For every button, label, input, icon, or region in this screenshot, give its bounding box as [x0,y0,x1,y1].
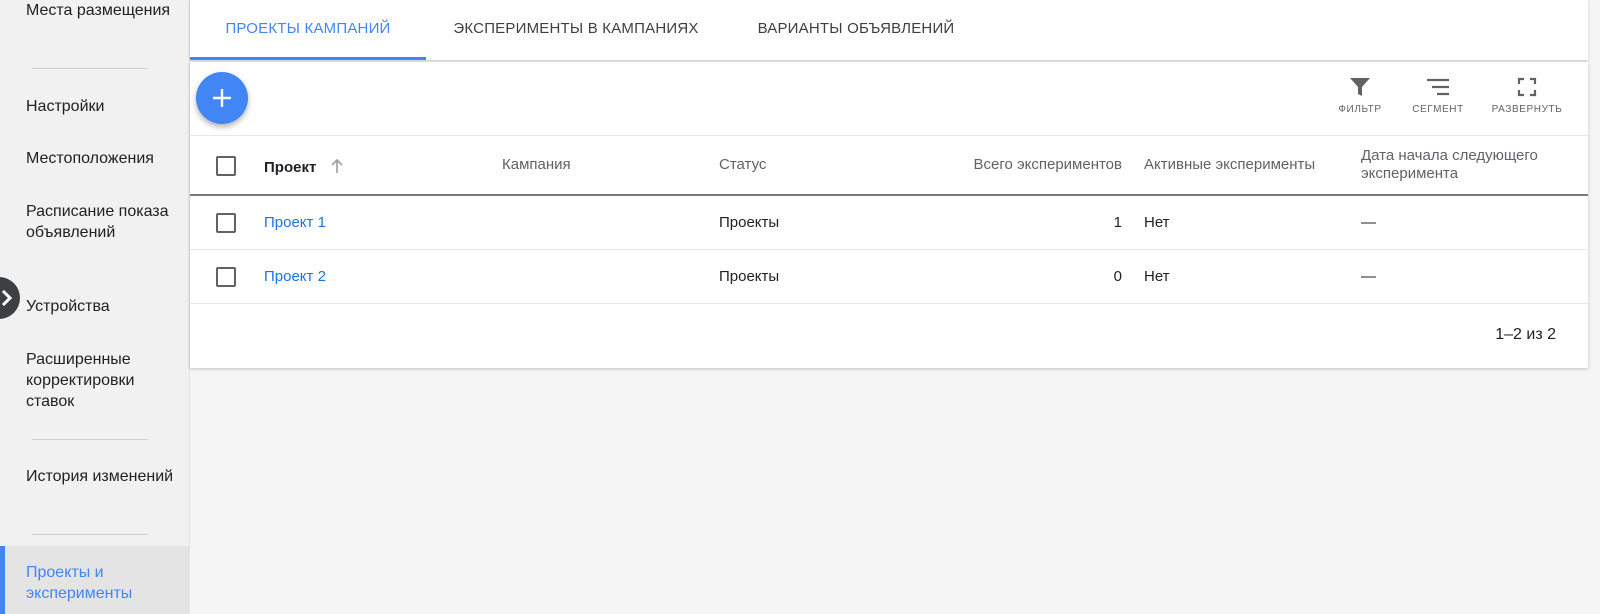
pagination-info: 1–2 из 2 [1495,326,1556,343]
total-experiments-cell: 1 [1113,214,1122,231]
filter-button[interactable]: ФИЛЬТР [1315,76,1405,115]
sidebar-item-label: Проекты и эксперименты [26,564,133,602]
table-row: Проект 1 Проекты 1 Нет — [190,196,1588,250]
tab-campaign-experiments[interactable]: ЭКСПЕРИМЕНТЫ В КАМПАНИЯХ [426,0,726,60]
sidebar-divider [32,534,148,535]
plus-icon [213,89,231,107]
row-checkbox[interactable] [216,267,236,287]
column-header-next-start-date[interactable]: Дата начала следующего эксперимента [1361,147,1561,183]
active-experiments-cell: Нет [1144,268,1170,285]
next-start-date-cell: — [1361,268,1376,285]
table-header: Проект Кампания Статус Всего эксперимент… [190,136,1588,196]
filter-icon [1350,78,1370,96]
total-experiments-cell: 0 [1113,268,1122,285]
select-all-checkbox[interactable] [216,156,236,176]
sidebar-divider [32,439,148,440]
sort-arrow-up-icon [331,158,344,173]
sidebar-toggle-button[interactable] [0,277,20,319]
expand-label: РАЗВЕРНУТЬ [1491,104,1563,115]
next-start-date-cell: — [1361,214,1376,231]
status-cell: Проекты [719,214,780,231]
expand-button[interactable]: РАЗВЕРНУТЬ [1482,76,1572,115]
tab-ad-variations[interactable]: ВАРИАНТЫ ОБЪЯВЛЕНИЙ [726,0,986,60]
column-header-project[interactable]: Проект [264,158,344,177]
tab-campaign-drafts[interactable]: ПРОЕКТЫ КАМПАНИЙ [190,0,426,60]
column-header-status[interactable]: Статус [719,156,766,174]
active-experiments-cell: Нет [1144,214,1170,231]
sidebar-item-locations[interactable]: Местоположения [26,148,186,169]
sidebar-item-settings[interactable]: Настройки [26,96,186,117]
sidebar-item-ad-schedule[interactable]: Расписание показа объявлений [26,201,186,243]
segment-icon [1427,78,1449,96]
status-cell: Проекты [719,268,780,285]
tab-bar: ПРОЕКТЫ КАМПАНИЙ ЭКСПЕРИМЕНТЫ В КАМПАНИЯ… [190,0,1588,60]
sidebar-divider [32,68,148,69]
project-link[interactable]: Проект 1 [264,196,326,249]
add-draft-button[interactable] [196,72,248,124]
filter-label: ФИЛЬТР [1338,104,1382,115]
sidebar-item-devices[interactable]: Устройства [26,296,186,317]
table-toolbar: ФИЛЬТР СЕГМЕНТ РАЗВЕРНУТЬ [190,62,1588,136]
column-header-campaign[interactable]: Кампания [502,156,571,174]
sidebar: Места размещения Настройки Местоположени… [0,0,190,614]
project-link[interactable]: Проект 2 [264,250,326,303]
chevron-right-icon [1,290,13,306]
fullscreen-icon [1517,77,1537,97]
sidebar-item-placements[interactable]: Места размещения [26,0,186,21]
sidebar-item-change-history[interactable]: История изменений [26,466,186,487]
segment-label: СЕГМЕНТ [1412,104,1464,115]
sidebar-item-advanced-bid-adjustments[interactable]: Расширенные корректировки ставок [26,349,186,412]
segment-button[interactable]: СЕГМЕНТ [1393,76,1483,115]
row-checkbox[interactable] [216,213,236,233]
column-header-label: Проект [264,159,317,176]
table-row: Проект 2 Проекты 0 Нет — [190,250,1588,304]
drafts-table-card: ФИЛЬТР СЕГМЕНТ РАЗВЕРНУТЬ Проект Кампани… [190,62,1588,368]
column-header-active-experiments[interactable]: Активные эксперименты [1144,156,1344,174]
column-header-total-experiments[interactable]: Всего экспериментов [930,156,1122,174]
